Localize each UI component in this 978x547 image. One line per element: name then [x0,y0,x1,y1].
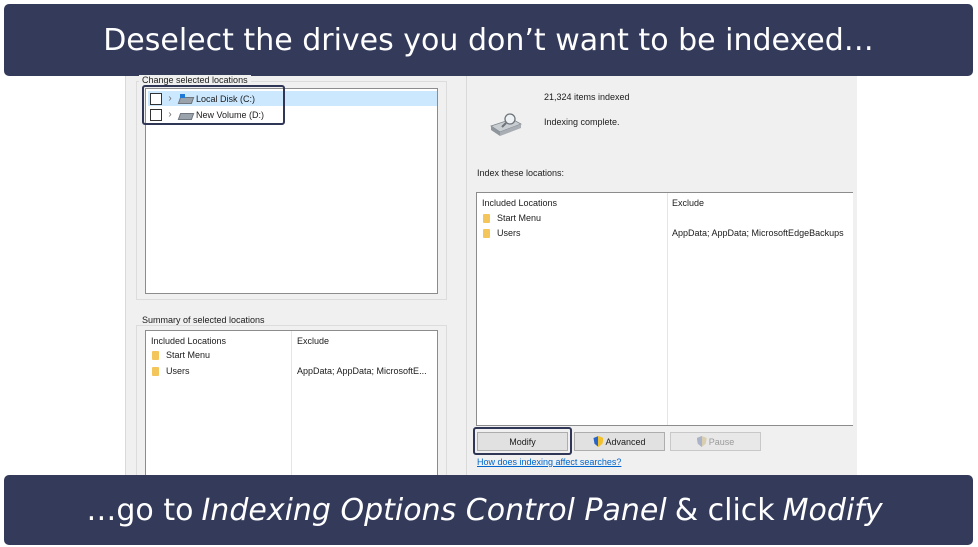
advanced-button[interactable]: Advanced [574,432,665,451]
list-item[interactable]: Users [152,366,190,376]
instruction-text-part-4: Modify [782,492,883,528]
index-these-label: Index these locations: [477,168,565,178]
instruction-banner-top: Deselect the drives you don’t want to be… [4,4,973,76]
exclude-value: AppData; AppData; MicrosoftE... [297,366,427,376]
drive-c-label: Local Disk (C:) [196,93,256,104]
chevron-right-icon[interactable]: › [164,93,176,104]
summary-list[interactable]: Included Locations Exclude Start Menu Us… [145,330,438,480]
drive-d-label: New Volume (D:) [196,109,265,120]
indexed-locations-dialog: Change selected locations › Local Disk (… [125,75,468,482]
folder-icon [152,366,159,376]
items-indexed-count: 21,324 items indexed [544,92,630,102]
modify-button[interactable]: Modify [477,432,568,451]
list-item[interactable]: Users [483,228,521,238]
column-header-exclude[interactable]: Exclude [672,198,704,208]
background-strip [857,76,978,475]
instruction-text-part-1: …go to [86,492,194,528]
change-locations-label: Change selected locations [139,75,251,85]
instruction-text-part-2: Indexing Options Control Panel [201,492,667,528]
folder-icon [483,213,490,223]
column-header-exclude[interactable]: Exclude [297,336,329,346]
drive-row-d[interactable]: › New Volume (D:) [148,107,437,122]
list-item[interactable]: Start Menu [483,213,541,223]
drive-row-c[interactable]: › Local Disk (C:) [148,91,437,106]
instruction-text-part-3: & click [674,492,775,528]
column-header-included[interactable]: Included Locations [151,336,226,346]
drive-icon [177,110,195,120]
included-locations-list[interactable]: Included Locations Exclude Start Menu Us… [476,192,853,426]
folder-icon [152,350,159,360]
indexing-status: Indexing complete. [544,117,620,127]
drive-icon [177,94,195,104]
drive-c-checkbox[interactable] [150,92,162,105]
pause-button[interactable]: Pause [670,432,761,451]
chevron-right-icon[interactable]: › [164,109,176,120]
uac-shield-icon [696,436,707,447]
indexing-help-link[interactable]: How does indexing affect searches? [477,457,621,467]
drive-tree[interactable]: › Local Disk (C:) › New Volume (D:) [145,88,438,294]
exclude-value: AppData; AppData; MicrosoftEdgeBackups [672,228,844,238]
hard-drive-search-icon [490,113,522,136]
list-item[interactable]: Start Menu [152,350,210,360]
instruction-banner-bottom: …go to Indexing Options Control Panel & … [4,475,973,545]
column-header-included[interactable]: Included Locations [482,198,557,208]
summary-label: Summary of selected locations [139,315,268,325]
instruction-text-top: Deselect the drives you don’t want to be… [103,22,874,58]
uac-shield-icon [593,436,604,447]
drive-d-checkbox[interactable] [150,108,162,121]
folder-icon [483,228,490,238]
